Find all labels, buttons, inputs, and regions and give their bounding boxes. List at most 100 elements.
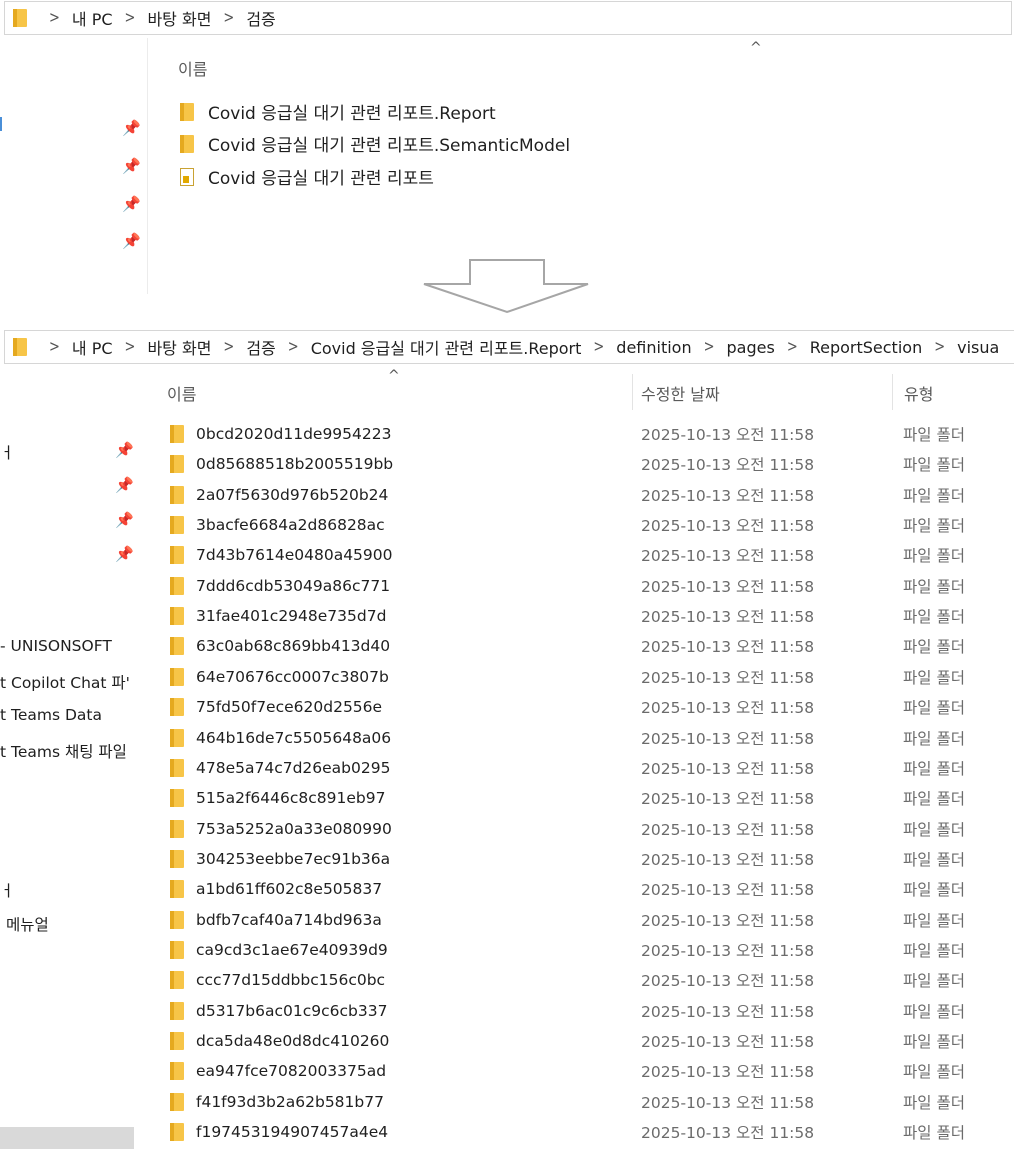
row-modified-date: 2025-10-13 오전 11:58 [641,1063,815,1082]
row-modified-date: 2025-10-13 오전 11:58 [641,486,815,505]
row-modified-date: 2025-10-13 오전 11:58 [641,699,815,718]
list-item[interactable]: Covid 응급실 대기 관련 리포트 [180,164,434,189]
table-row[interactable]: 7d43b7614e0480a45900 2025-10-13 오전 11:58 파… [170,540,1014,570]
column-header-name[interactable]: 이름 [178,56,207,80]
table-row[interactable]: 2a07f5630d976b520b24 2025-10-13 오전 11:58 파… [170,480,1014,510]
folder-icon [170,880,184,899]
row-type: 파일 폴더 [903,759,965,778]
breadcrumb-item[interactable]: pages [727,338,775,357]
column-divider[interactable] [892,374,893,410]
folder-icon [170,1092,184,1111]
table-row[interactable]: f41f93d3b2a62b581b77 2025-10-13 오전 11:58 파… [170,1087,1014,1117]
column-header-name[interactable]: 이름 [167,381,196,405]
table-row[interactable]: 75fd50f7ece620d2556e 2025-10-13 오전 11:58 파… [170,692,1014,722]
nav-item[interactable]: - UNISONSOFT [0,637,112,655]
list-item[interactable]: Covid 응급실 대기 관련 리포트.SemanticModel [180,131,570,156]
nav-item[interactable]: 메뉴얼 [6,913,49,935]
folder-icon [170,546,184,565]
breadcrumb-item[interactable]: 바탕 화면 [147,335,211,359]
row-name: bdfb7caf40a714bd963a [196,910,382,929]
list-item[interactable]: Covid 응급실 대기 관련 리포트.Report [180,99,496,124]
chevron-right-icon: > [124,9,136,27]
pin-icon[interactable]: 📌 [122,157,141,175]
nav-item[interactable]: ㅓ [0,879,14,901]
address-bar[interactable]: > 내 PC > 바탕 화면 > 검증 [4,1,1012,35]
address-bar[interactable]: > 내 PC > 바탕 화면 > 검증 > Covid 응급실 대기 관련 리포… [4,330,1014,364]
folder-icon [170,455,184,474]
nav-item[interactable]: ㅓ [0,441,14,463]
row-modified-date: 2025-10-13 오전 11:58 [641,790,815,809]
folder-icon [170,789,184,808]
breadcrumb-item[interactable]: 내 PC [72,6,113,30]
row-modified-date: 2025-10-13 오전 11:58 [641,1124,815,1143]
table-row[interactable]: 7ddd6cdb53049a86c771 2025-10-13 오전 11:58 파… [170,571,1014,601]
table-row[interactable]: 63c0ab68c869bb413d40 2025-10-13 오전 11:58 파… [170,631,1014,661]
breadcrumb-item[interactable]: 바탕 화면 [147,6,211,30]
row-type: 파일 폴더 [903,850,965,869]
row-modified-date: 2025-10-13 오전 11:58 [641,972,815,991]
table-row[interactable]: bdfb7caf40a714bd963a 2025-10-13 오전 11:58 파… [170,905,1014,935]
pin-icon[interactable]: 📌 [122,119,141,137]
pin-icon[interactable]: 📌 [122,232,141,250]
column-divider[interactable] [632,374,633,410]
folder-icon [170,1062,184,1081]
table-row[interactable]: 64e70676cc0007c3807b 2025-10-13 오전 11:58 파… [170,662,1014,692]
table-row[interactable]: dca5da48e0d8dc410260 2025-10-13 오전 11:58 파… [170,1026,1014,1056]
table-row[interactable]: ccc77d15ddbbc156c0bc 2025-10-13 오전 11:58 파… [170,965,1014,995]
table-row[interactable]: 0d85688518b2005519bb 2025-10-13 오전 11:58 파… [170,449,1014,479]
breadcrumb-item[interactable]: 검증 [246,335,275,359]
row-name: 0d85688518b2005519bb [196,455,394,474]
breadcrumb-item[interactable]: definition [616,338,691,357]
folder-icon [170,485,184,504]
nav-item[interactable]: t Teams Data [0,706,102,724]
row-modified-date: 2025-10-13 오전 11:58 [641,1033,815,1051]
row-name: 31fae401c2948e735d7d [196,607,387,626]
table-row[interactable]: ca9cd3c1ae67e40939d9 2025-10-13 오전 11:58 파… [170,935,1014,965]
row-type: 파일 폴더 [903,638,965,657]
row-name: d5317b6ac01c9c6cb337 [196,1001,388,1020]
row-modified-date: 2025-10-13 오전 11:58 [641,1093,815,1112]
nav-item-selected[interactable] [0,1127,134,1149]
table-row[interactable]: a1bd61ff602c8e505837 2025-10-13 오전 11:58 파… [170,874,1014,904]
table-row[interactable]: f197453194907457a4e4 2025-10-13 오전 11:58 파… [170,1117,1014,1147]
column-header-type[interactable]: 유형 [904,381,933,405]
pin-icon[interactable]: 📌 [115,545,134,563]
chevron-right-icon: > [703,338,715,356]
row-type: 파일 폴더 [903,881,965,900]
nav-item[interactable]: t Teams 채팅 파일 [0,740,127,762]
row-modified-date: 2025-10-13 오전 11:58 [641,881,815,900]
breadcrumb-item[interactable]: visua [957,338,999,357]
table-row[interactable]: 31fae401c2948e735d7d 2025-10-13 오전 11:58 파… [170,601,1014,631]
table-row[interactable]: 753a5252a0a33e080990 2025-10-13 오전 11:58 파… [170,814,1014,844]
table-row[interactable]: 0bcd2020d11de9954223 2025-10-13 오전 11:58 파… [170,419,1014,449]
breadcrumb-item[interactable]: 검증 [246,6,275,30]
chevron-right-icon: > [934,338,946,356]
chevron-right-icon: > [124,338,136,356]
table-row[interactable]: 464b16de7c5505648a06 2025-10-13 오전 11:58 파… [170,723,1014,753]
row-modified-date: 2025-10-13 오전 11:58 [641,820,815,839]
pin-icon[interactable]: 📌 [115,476,134,494]
table-row[interactable]: 478e5a74c7d26eab0295 2025-10-13 오전 11:58 파… [170,753,1014,783]
table-row[interactable]: 515a2f6446c8c891eb97 2025-10-13 오전 11:58 파… [170,783,1014,813]
pin-icon[interactable]: 📌 [115,511,134,529]
folder-icon [180,134,194,153]
row-type: 파일 폴더 [903,456,965,475]
breadcrumb-item[interactable]: 내 PC [72,335,113,359]
chevron-right-icon: > [223,338,235,356]
row-modified-date: 2025-10-13 오전 11:58 [641,517,815,536]
breadcrumb-item[interactable]: ReportSection [810,338,922,357]
folder-icon [170,1123,184,1142]
row-type: 파일 폴더 [903,972,965,991]
row-type: 파일 폴더 [903,1063,965,1082]
pin-icon[interactable]: 📌 [122,195,141,213]
table-row[interactable]: 304253eebbe7ec91b36a 2025-10-13 오전 11:58 파… [170,844,1014,874]
chevron-right-icon: > [49,9,60,27]
pin-icon[interactable]: 📌 [115,441,134,459]
table-row[interactable]: ea947fce7082003375ad 2025-10-13 오전 11:58 파… [170,1056,1014,1086]
table-row[interactable]: d5317b6ac01c9c6cb337 2025-10-13 오전 11:58 파… [170,996,1014,1026]
row-modified-date: 2025-10-13 오전 11:58 [641,608,815,627]
table-row[interactable]: 3bacfe6684a2d86828ac 2025-10-13 오전 11:58 파… [170,510,1014,540]
nav-item[interactable]: t Copilot Chat 파' [0,671,130,693]
breadcrumb-item[interactable]: Covid 응급실 대기 관련 리포트.Report [311,335,582,359]
column-header-modified[interactable]: 수정한 날짜 [641,381,720,405]
